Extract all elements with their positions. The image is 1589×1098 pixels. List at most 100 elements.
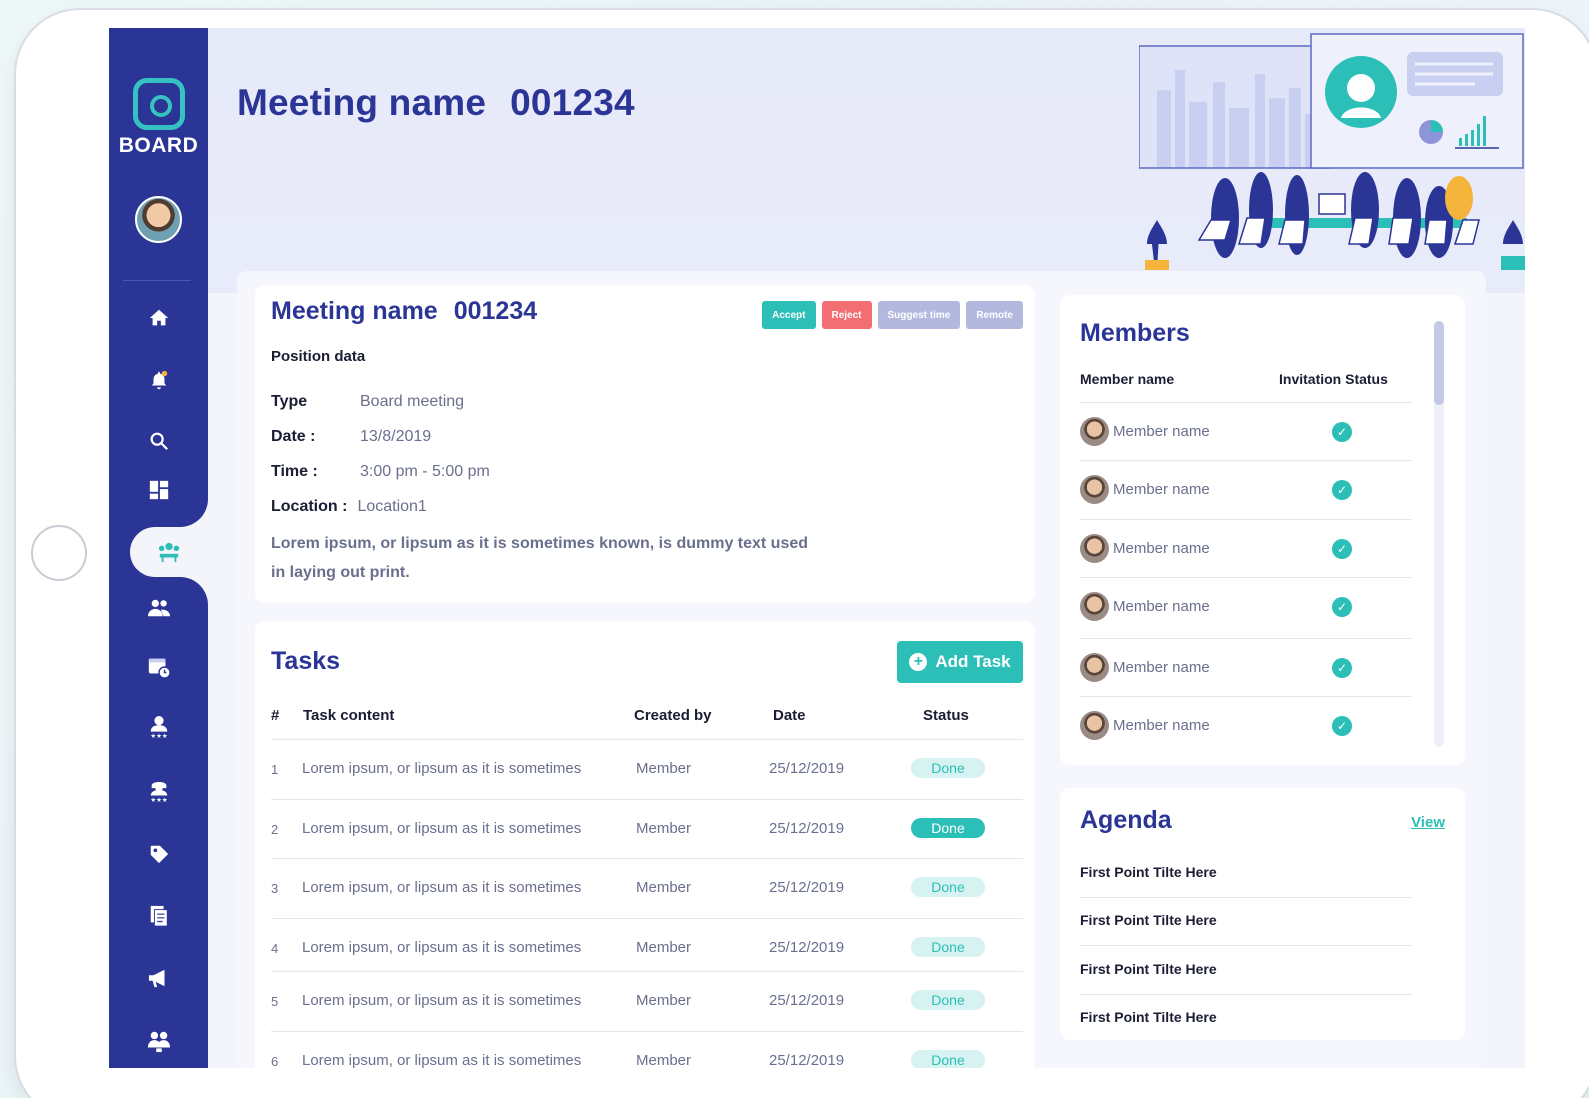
task-date: 25/12/2019 xyxy=(769,820,845,837)
task-date: 25/12/2019 xyxy=(769,879,845,896)
sidebar-item-announcements[interactable] xyxy=(109,953,208,1003)
meeting-card-id: 001234 xyxy=(453,297,538,325)
logo-mark-icon xyxy=(132,78,185,130)
sidebar-item-meetings[interactable] xyxy=(130,527,208,577)
task-date: 25/12/2019 xyxy=(769,992,845,1009)
page-title-name: Meeting name xyxy=(237,82,487,123)
user-avatar[interactable] xyxy=(135,196,182,243)
sidebar-item-committee[interactable]: ★★★ xyxy=(109,765,208,815)
suggest-time-button[interactable]: Suggest time xyxy=(877,301,961,329)
sidebar-item-documents[interactable] xyxy=(109,891,208,941)
agenda-item-label: First Point Tilte Here xyxy=(1080,912,1217,928)
time-row: Time : 3:00 pm - 5:00 pm xyxy=(271,463,490,481)
description-line-1: Lorem ipsum, or lipsum as it is sometime… xyxy=(271,535,809,552)
agenda-item[interactable]: First Point Tilte Here xyxy=(1080,898,1412,946)
notification-bell-icon xyxy=(151,370,167,390)
task-creator: Member xyxy=(636,760,692,777)
app-screen: BOARD ★★★ ★★★ Meeting name 001234 Meetin… xyxy=(109,28,1525,1068)
date-row: Date : 13/8/2019 xyxy=(271,428,431,446)
check-circle-icon: ✓ xyxy=(1332,716,1352,736)
page-title: Meeting name 001234 xyxy=(237,82,635,124)
member-row[interactable]: Member name ✓ xyxy=(1080,696,1412,754)
member-name: Member name xyxy=(1113,717,1210,734)
task-content: Lorem ipsum, or lipsum as it is sometime… xyxy=(302,939,582,956)
meetings-icon xyxy=(158,542,180,563)
sidebar: BOARD ★★★ ★★★ xyxy=(109,28,208,1068)
member-row[interactable]: Member name ✓ xyxy=(1080,577,1412,635)
location-label: Location : xyxy=(271,498,348,515)
tasks-card: Tasks + Add Task # Task content Created … xyxy=(255,621,1035,1068)
search-icon xyxy=(150,432,168,451)
agenda-title: Agenda xyxy=(1080,806,1172,834)
calendar-icon xyxy=(148,658,171,679)
page-title-id: 001234 xyxy=(510,82,635,123)
avatar xyxy=(1080,534,1109,563)
reject-button[interactable]: Reject xyxy=(821,301,872,329)
svg-text:★★★: ★★★ xyxy=(150,796,167,802)
logo: BOARD xyxy=(109,78,208,158)
agenda-item[interactable]: First Point Tilte Here xyxy=(1080,995,1412,1043)
member-row[interactable]: Member name ✓ xyxy=(1080,402,1412,460)
task-row[interactable]: 1 Lorem ipsum, or lipsum as it is someti… xyxy=(271,739,1023,799)
task-row[interactable]: 3 Lorem ipsum, or lipsum as it is someti… xyxy=(271,858,1023,918)
meeting-card-title: Meeting name 001234 xyxy=(271,297,537,326)
agenda-item-label: First Point Tilte Here xyxy=(1080,961,1217,977)
task-creator: Member xyxy=(636,939,692,956)
agenda-item-label: First Point Tilte Here xyxy=(1080,864,1217,880)
task-row[interactable]: 5 Lorem ipsum, or lipsum as it is someti… xyxy=(271,971,1023,1031)
sidebar-item-search[interactable] xyxy=(109,416,208,466)
col-header-date[interactable]: Date xyxy=(773,707,806,724)
sidebar-item-tags[interactable] xyxy=(109,829,208,879)
task-creator: Member xyxy=(636,879,692,896)
agenda-view-link[interactable]: View xyxy=(1411,814,1445,831)
agenda-card: Agenda View First Point Tilte Here First… xyxy=(1060,788,1465,1040)
sidebar-item-users[interactable] xyxy=(109,583,208,633)
sidebar-item-groups[interactable] xyxy=(109,1016,208,1066)
members-card: Members Member name Invitation Status Me… xyxy=(1060,295,1465,765)
member-row[interactable]: Member name ✓ xyxy=(1080,519,1412,577)
task-date: 25/12/2019 xyxy=(769,939,845,956)
time-value: 3:00 pm - 5:00 pm xyxy=(360,463,490,480)
svg-text:★★★: ★★★ xyxy=(150,732,167,739)
member-rating-icon: ★★★ xyxy=(150,716,167,739)
task-creator: Member xyxy=(636,1052,692,1068)
task-creator: Member xyxy=(636,820,692,837)
task-row[interactable]: 2 Lorem ipsum, or lipsum as it is someti… xyxy=(271,799,1023,859)
status-badge: Done xyxy=(911,1050,985,1068)
col-header-created-by[interactable]: Created by xyxy=(634,707,712,724)
col-header-status[interactable]: Status xyxy=(923,707,969,724)
members-scrollbar[interactable] xyxy=(1434,321,1444,747)
task-date: 25/12/2019 xyxy=(769,760,845,777)
col-header-content[interactable]: Task content xyxy=(303,707,394,724)
agenda-item[interactable]: First Point Tilte Here xyxy=(1080,947,1412,995)
remote-button[interactable]: Remote xyxy=(966,301,1023,329)
agenda-item[interactable]: First Point Tilte Here xyxy=(1080,850,1412,898)
task-row[interactable]: 6 Lorem ipsum, or lipsum as it is someti… xyxy=(271,1031,1023,1068)
accept-button[interactable]: Accept xyxy=(762,301,816,329)
plus-icon: + xyxy=(909,653,928,671)
type-label: Type xyxy=(271,393,308,410)
meeting-card-name: Meeting name xyxy=(271,297,438,325)
meeting-actions: Accept Reject Suggest time Remote xyxy=(762,301,1023,329)
task-num: 4 xyxy=(271,941,279,956)
status-badge: Done xyxy=(911,818,985,838)
task-row[interactable]: 4 Lorem ipsum, or lipsum as it is someti… xyxy=(271,918,1023,978)
task-content: Lorem ipsum, or lipsum as it is sometime… xyxy=(302,820,582,837)
sidebar-item-home[interactable] xyxy=(109,293,208,343)
location-row: Location : Location1 xyxy=(271,498,427,516)
tag-icon xyxy=(150,845,168,864)
date-value: 13/8/2019 xyxy=(360,428,432,445)
member-row[interactable]: Member name ✓ xyxy=(1080,460,1412,518)
task-creator: Member xyxy=(636,992,692,1009)
status-badge: Done xyxy=(911,877,985,897)
group-icon xyxy=(147,1031,170,1053)
avatar xyxy=(1080,417,1109,446)
add-task-button[interactable]: + Add Task xyxy=(897,641,1023,683)
sidebar-item-notifications[interactable] xyxy=(109,355,208,405)
member-row[interactable]: Member name ✓ xyxy=(1080,638,1412,696)
time-label: Time : xyxy=(271,463,318,480)
members-scroll-thumb[interactable] xyxy=(1434,321,1444,405)
member-name: Member name xyxy=(1113,659,1210,676)
sidebar-item-calendar[interactable] xyxy=(109,642,208,692)
sidebar-item-member-rating[interactable]: ★★★ xyxy=(109,702,208,752)
